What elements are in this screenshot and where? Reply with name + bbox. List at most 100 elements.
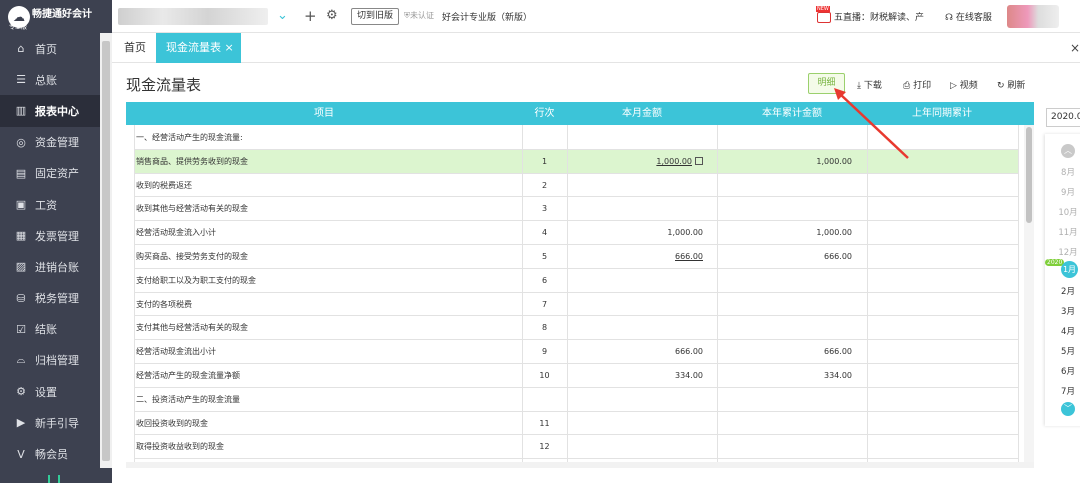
cell-month[interactable] [567,435,703,459]
table-row[interactable]: 经营活动产生的现金流量净额 10 334.00 334.00 [134,364,1018,388]
cell-month[interactable] [567,197,703,221]
cell-year[interactable] [717,269,852,293]
avatar[interactable] [1007,5,1059,28]
sidebar-item-salary[interactable]: ▣ 工资 [0,189,112,220]
video-button[interactable]: ▷ 视频 [950,78,978,91]
table-row[interactable]: 取得投资收益收到的现金 12 [134,435,1018,460]
sidebar-item-asset[interactable]: ▤ 固定资产 [0,158,112,189]
cell-month[interactable] [567,412,703,436]
sidebar-item-home[interactable]: ⌂ 首页 [0,33,112,64]
table-row[interactable]: 经营活动现金流出小计 9 666.00 666.00 [134,340,1018,364]
table-row[interactable]: 支付给职工以及为职工支付的现金 6 [134,269,1018,293]
scroll-up-icon[interactable]: ︿ [1061,144,1075,158]
period-input[interactable]: 2020.01 [1046,108,1080,127]
sidebar-item-ledger[interactable]: ☰ 总账 [0,64,112,95]
cell-month[interactable]: 666.00 [567,340,703,364]
month-item[interactable]: 2月 [1045,285,1080,297]
gear-icon[interactable]: ⚙ [326,9,338,23]
sidebar-collapse-handle[interactable] [48,475,60,483]
plus-icon[interactable]: + [304,9,317,24]
chevron-down-icon[interactable]: ⌄ [277,9,288,23]
month-item[interactable]: 9月 [1045,186,1080,198]
month-item[interactable]: 8月 [1045,166,1080,178]
cell-month[interactable]: 1,000.00 [567,221,703,245]
sidebar-item-gear[interactable]: ⚙ 设置 [0,376,112,407]
sidebar-item-guide[interactable]: ▶ 新手引导 [0,407,112,438]
month-item[interactable]: 7月 [1045,385,1080,397]
unverified-badge[interactable]: ⛨未认证 [404,10,434,21]
cell-month[interactable] [567,269,703,293]
copy-icon[interactable] [695,157,703,166]
month-item[interactable]: 12月 [1045,246,1080,258]
online-service-link[interactable]: ☊ 在线客服 [945,10,992,23]
sidebar-scrollbar[interactable] [100,33,112,468]
table-row[interactable]: 支付的各项税费 7 [134,293,1018,317]
tab-cash-flow[interactable]: 现金流量表 × [156,33,241,63]
switch-old-version-button[interactable]: 切到旧版 [351,8,400,25]
cell-month[interactable]: 1,000.00 [567,150,703,174]
cell-year[interactable] [717,412,852,436]
table-scrollbar[interactable] [1024,125,1034,462]
brand[interactable]: ☁ 畅捷通好会计 专业版 [0,0,112,33]
month-item[interactable]: 3月 [1045,305,1080,317]
salary-icon: ▣ [15,198,27,212]
table-row[interactable]: 支付其他与经营活动有关的现金 8 [134,316,1018,341]
cell-month[interactable] [567,174,703,198]
cell-year[interactable] [717,435,852,459]
table-row[interactable]: 收到其他与经营活动有关的现金 3 [134,197,1018,222]
month-item[interactable]: 5月 [1045,345,1080,357]
cell-year[interactable]: 666.00 [717,245,852,269]
cell-year[interactable]: 1,000.00 [717,221,852,245]
cell-year[interactable] [717,174,852,198]
cell-month[interactable] [567,126,703,150]
sidebar-item-label: 报表中心 [35,104,79,118]
month-item[interactable]: 6月 [1045,365,1080,377]
sidebar-item-money[interactable]: ◎ 资金管理 [0,127,112,158]
company-name-blurred[interactable] [118,8,268,25]
table-horizontal-scrollbar[interactable] [126,462,1034,468]
live-broadcast-link[interactable]: 五直播：财税解读、产 [816,6,924,23]
table-row[interactable]: 经营活动现金流入小计 4 1,000.00 1,000.00 [134,221,1018,245]
sidebar-item-label: 畅会员 [35,448,68,462]
table-scroll-thumb[interactable] [1026,127,1032,223]
table-row[interactable]: 收到的税费返还 2 [134,174,1018,198]
scroll-down-icon[interactable]: ﹀ [1061,402,1075,416]
table-row[interactable]: 二、投资活动产生的现金流量 [134,388,1018,412]
cell-year[interactable] [717,293,852,317]
sidebar-item-checkout[interactable]: ☑ 结账 [0,314,112,345]
month-item[interactable]: 11月 [1045,226,1080,238]
table-row[interactable]: 收回投资收到的现金 11 [134,412,1018,436]
cell-month[interactable] [567,316,703,340]
cell-year[interactable]: 334.00 [717,364,852,388]
close-icon[interactable]: × [225,41,234,54]
sidebar-item-label: 归档管理 [35,354,79,368]
table-row[interactable]: 购买商品、接受劳务支付的现金 5 666.00 666.00 [134,245,1018,269]
sidebar-item-archive[interactable]: ⌓ 归档管理 [0,345,112,376]
cell-year[interactable] [717,197,852,221]
cell-line-text: 1 [541,156,548,166]
cell-year[interactable]: 666.00 [717,340,852,364]
sidebar-item-stock[interactable]: ▨ 进销台账 [0,251,112,282]
tab-home[interactable]: 首页 [114,33,156,63]
sidebar-item-invoice[interactable]: ▦ 发票管理 [0,220,112,251]
cell-year[interactable] [717,316,852,340]
cell-month[interactable] [567,293,703,317]
close-panel-icon[interactable]: × [1070,41,1080,55]
cell-month[interactable]: 666.00 [567,245,703,269]
month-item[interactable]: 10月 [1045,206,1080,218]
cell-line: 5 [522,245,567,269]
header-month: 本月金额 [622,108,662,119]
sidebar-scroll-thumb[interactable] [102,41,110,461]
sidebar-item-vip[interactable]: V 畅会员 [0,438,112,469]
cell-month[interactable] [567,388,703,412]
sidebar-item-chart[interactable]: ▥ 报表中心 [0,95,112,127]
cell-month[interactable]: 334.00 [567,364,703,388]
cell-year-text: 666.00 [824,347,852,357]
refresh-button[interactable]: ↻ 刷新 [997,78,1025,91]
month-item[interactable]: 4月 [1045,325,1080,337]
month-current[interactable]: 1月 [1061,261,1078,278]
edition-label: 好会计专业版（新版） [442,13,533,23]
cell-year[interactable] [717,388,852,412]
sidebar-item-tax[interactable]: ⛁ 税务管理 [0,283,112,314]
grid-line [567,125,568,464]
